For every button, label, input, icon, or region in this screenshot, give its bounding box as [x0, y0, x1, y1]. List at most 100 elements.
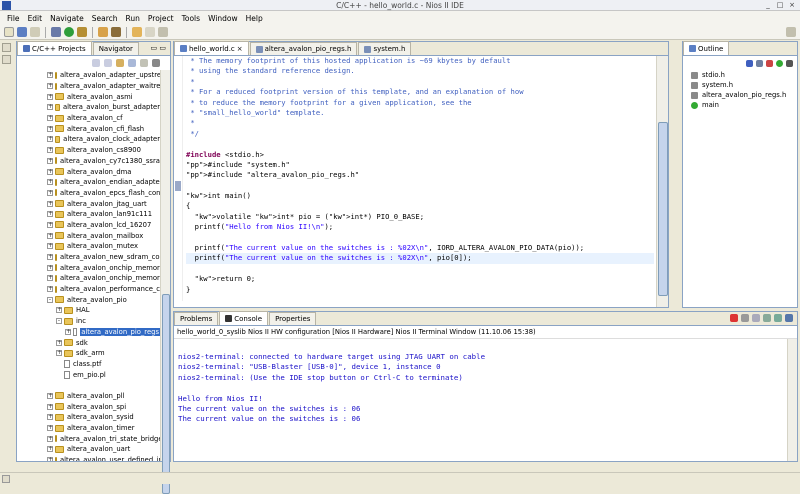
expand-toggle-icon[interactable]: + — [47, 211, 53, 218]
tree-item[interactable]: + altera_avalon_endian_adapter — [17, 177, 160, 188]
tree-item[interactable]: + altera_avalon_asmi — [17, 91, 160, 102]
expand-toggle-icon[interactable]: + — [47, 189, 53, 196]
tree-item[interactable] — [17, 380, 160, 391]
menu-item-search[interactable]: Search — [88, 14, 122, 23]
expand-toggle-icon[interactable]: + — [47, 104, 53, 111]
code-editor[interactable]: * The memory footprint of this hosted ap… — [174, 56, 654, 301]
menu-item-window[interactable]: Window — [204, 14, 242, 23]
expand-toggle-icon[interactable]: + — [47, 157, 53, 164]
terminate-icon[interactable] — [730, 314, 738, 322]
expand-toggle-icon[interactable]: + — [47, 200, 53, 207]
editor-scrollbar[interactable] — [656, 56, 668, 307]
expand-toggle-icon[interactable]: + — [47, 392, 53, 399]
view-menu-icon[interactable]: ▭ ▭ — [151, 44, 166, 52]
editor-tab[interactable]: altera_avalon_pio_regs.h — [249, 42, 358, 55]
link-icon[interactable] — [140, 59, 148, 67]
back-icon[interactable] — [92, 59, 100, 67]
view-menu-icon[interactable] — [786, 59, 793, 67]
expand-toggle-icon[interactable]: - — [47, 296, 53, 303]
tree-item[interactable]: + altera_avalon_lan91c111 — [17, 209, 160, 220]
forward-icon[interactable] — [145, 27, 155, 37]
new-icon[interactable] — [4, 27, 14, 37]
tree-item[interactable]: + altera_avalon_pio_regs — [17, 327, 160, 338]
tree-item[interactable]: + altera_avalon_spi — [17, 401, 160, 412]
hide-static-icon[interactable] — [766, 59, 773, 67]
tree-item[interactable]: + altera_avalon_pll — [17, 391, 160, 402]
menu-item-navigate[interactable]: Navigate — [46, 14, 88, 23]
tree-item[interactable]: - inc — [17, 316, 160, 327]
tree-item[interactable]: + altera_avalon_dma — [17, 166, 160, 177]
tab-outline[interactable]: Outline — [683, 41, 730, 55]
expand-toggle-icon[interactable]: + — [47, 414, 53, 421]
maximize-icon[interactable]: □ — [776, 1, 784, 9]
up-icon[interactable] — [116, 59, 124, 67]
tree-item[interactable]: + altera_avalon_adapter_upstre — [17, 70, 160, 81]
expand-toggle-icon[interactable]: + — [47, 136, 53, 143]
tab-navigator[interactable]: Navigator — [92, 42, 139, 55]
tree-item[interactable]: class.ptf — [17, 359, 160, 370]
perspective-icon[interactable] — [786, 27, 796, 37]
tree-item[interactable]: + altera_avalon_onchip_memory — [17, 262, 160, 273]
tree-item[interactable]: + altera_avalon_epcs_flash_con — [17, 188, 160, 199]
tree-item[interactable]: + altera_avalon_cs8900 — [17, 145, 160, 156]
tree-item[interactable]: + altera_avalon_cf — [17, 113, 160, 124]
expand-toggle-icon[interactable]: + — [56, 307, 62, 314]
expand-toggle-icon[interactable]: + — [47, 115, 53, 122]
console-scrollbar[interactable] — [787, 339, 797, 461]
tab-properties[interactable]: Properties — [269, 312, 317, 325]
expand-toggle-icon[interactable]: - — [56, 318, 62, 325]
expand-toggle-icon[interactable]: + — [47, 435, 53, 442]
editor-tab[interactable]: system.h — [358, 42, 412, 55]
expand-toggle-icon[interactable]: + — [47, 264, 53, 271]
tree-item[interactable]: - altera_avalon_pio — [17, 294, 160, 305]
tree-item[interactable]: + altera_avalon_burst_adapter — [17, 102, 160, 113]
run-icon[interactable] — [64, 27, 74, 37]
expand-toggle-icon[interactable]: + — [47, 254, 53, 261]
tree-item[interactable]: + sdk_arm — [17, 348, 160, 359]
expand-toggle-icon[interactable]: + — [47, 403, 53, 410]
minimized-view-icon[interactable] — [2, 43, 11, 52]
tree-item[interactable]: + altera_avalon_lcd_16207 — [17, 220, 160, 231]
menu-item-project[interactable]: Project — [144, 14, 178, 23]
tree-item[interactable]: + HAL — [17, 305, 160, 316]
expand-toggle-icon[interactable]: + — [47, 93, 53, 100]
open-type-icon[interactable] — [98, 27, 108, 37]
menu-item-run[interactable]: Run — [122, 14, 144, 23]
pin-icon[interactable] — [158, 27, 168, 37]
scroll-lock-icon[interactable] — [763, 314, 771, 322]
pen-icon[interactable] — [111, 27, 121, 37]
close-icon[interactable]: × — [788, 1, 796, 9]
expand-toggle-icon[interactable]: + — [47, 168, 53, 175]
editor-tab[interactable]: hello_world.c × — [174, 41, 249, 55]
tab-problems[interactable]: Problems — [174, 312, 219, 325]
tree-item[interactable]: + sdk — [17, 337, 160, 348]
tree-item[interactable]: em_pio.pl — [17, 369, 160, 380]
tree-item[interactable]: + altera_avalon_sysid — [17, 412, 160, 423]
tree-item[interactable]: + altera_avalon_cfi_flash — [17, 123, 160, 134]
console-output[interactable]: nios2-terminal: connected to hardware ta… — [174, 352, 787, 461]
expand-toggle-icon[interactable]: + — [47, 446, 53, 453]
tree-item[interactable]: + altera_avalon_onchip_memory — [17, 273, 160, 284]
tree-item[interactable]: + altera_avalon_tri_state_bridge — [17, 433, 160, 444]
view-menu-icon[interactable] — [152, 59, 160, 67]
pin-console-icon[interactable] — [774, 314, 782, 322]
expand-toggle-icon[interactable]: + — [47, 221, 53, 228]
menu-item-file[interactable]: File — [3, 14, 24, 23]
external-tools-icon[interactable] — [77, 27, 87, 37]
expand-toggle-icon[interactable]: + — [47, 243, 53, 250]
expand-toggle-icon[interactable]: + — [47, 179, 53, 186]
minimize-icon[interactable]: _ — [764, 1, 772, 9]
tree-item[interactable]: + altera_avalon_jtag_uart — [17, 198, 160, 209]
expand-toggle-icon[interactable]: + — [47, 275, 53, 282]
debug-icon[interactable] — [51, 27, 61, 37]
minimized-view-icon[interactable] — [2, 55, 11, 64]
tree-item[interactable]: + altera_avalon_adapter_waitre — [17, 81, 160, 92]
menu-item-tools[interactable]: Tools — [178, 14, 204, 23]
outline-item[interactable]: main — [683, 100, 797, 110]
outline-item[interactable]: altera_avalon_pio_regs.h — [683, 90, 797, 100]
expand-toggle-icon[interactable]: + — [47, 232, 53, 239]
tree-item[interactable]: + altera_avalon_uart — [17, 444, 160, 455]
tree-item[interactable]: + altera_avalon_clock_adapter — [17, 134, 160, 145]
outline-item[interactable]: system.h — [683, 80, 797, 90]
menu-item-edit[interactable]: Edit — [24, 14, 47, 23]
